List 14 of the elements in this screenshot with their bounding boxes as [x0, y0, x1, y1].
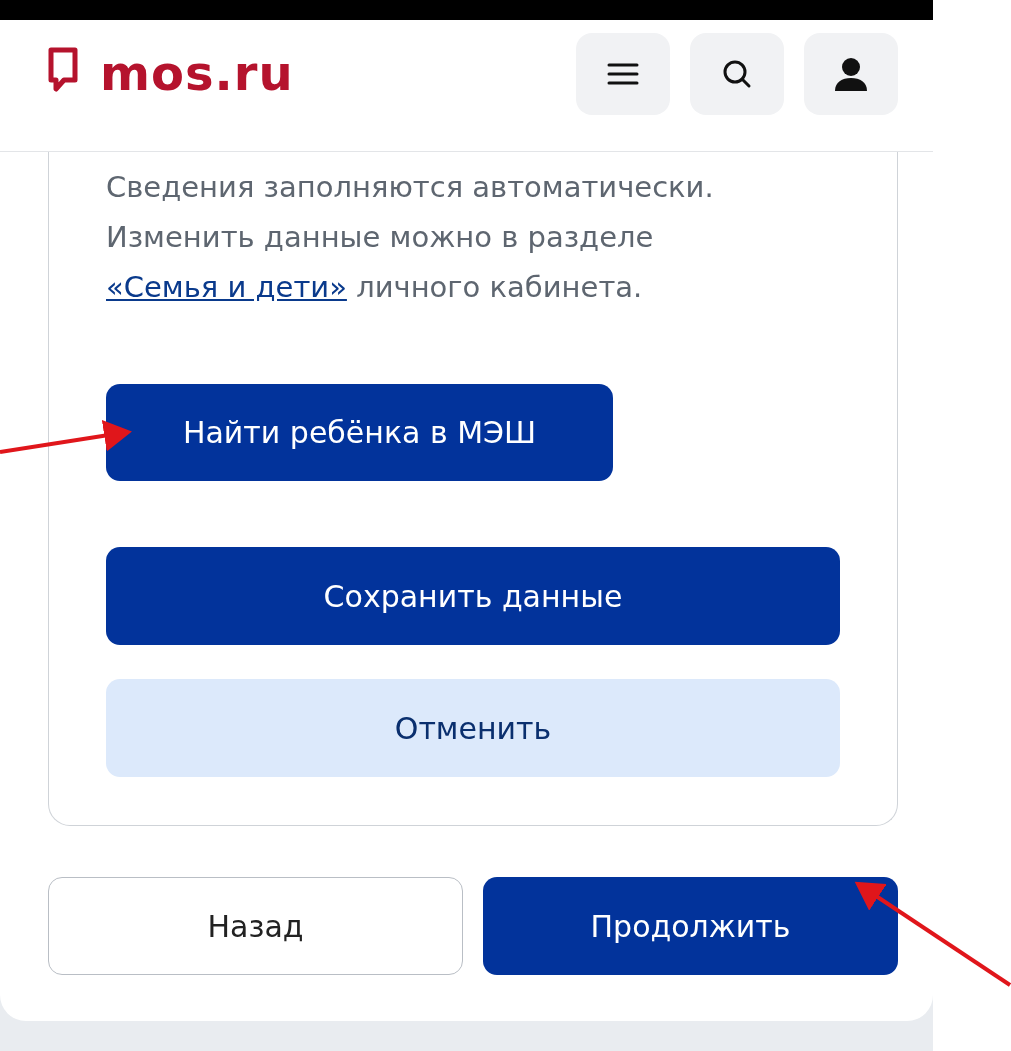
- back-button[interactable]: Назад: [48, 877, 463, 975]
- search-icon: [722, 58, 752, 89]
- menu-button[interactable]: [576, 32, 670, 115]
- family-link[interactable]: «Семья и дети»: [106, 270, 347, 304]
- action-button[interactable]: Сохранить данные: [106, 547, 840, 645]
- search-button[interactable]: [690, 32, 784, 115]
- logo-text[interactable]: mos.ru: [100, 44, 294, 101]
- cancel-button[interactable]: Отменить: [106, 679, 840, 777]
- person-icon: [834, 56, 868, 91]
- continue-button[interactable]: Продолжить: [483, 877, 898, 975]
- profile-button[interactable]: [804, 32, 898, 115]
- menu-icon: [607, 62, 639, 85]
- action-button[interactable]: Найти ребёнка в МЭШ: [106, 384, 613, 481]
- info-text: Сведения заполняются автоматически. Изменить данные можно в разделе «Семья и дети» личного кабинета.: [106, 169, 715, 306]
